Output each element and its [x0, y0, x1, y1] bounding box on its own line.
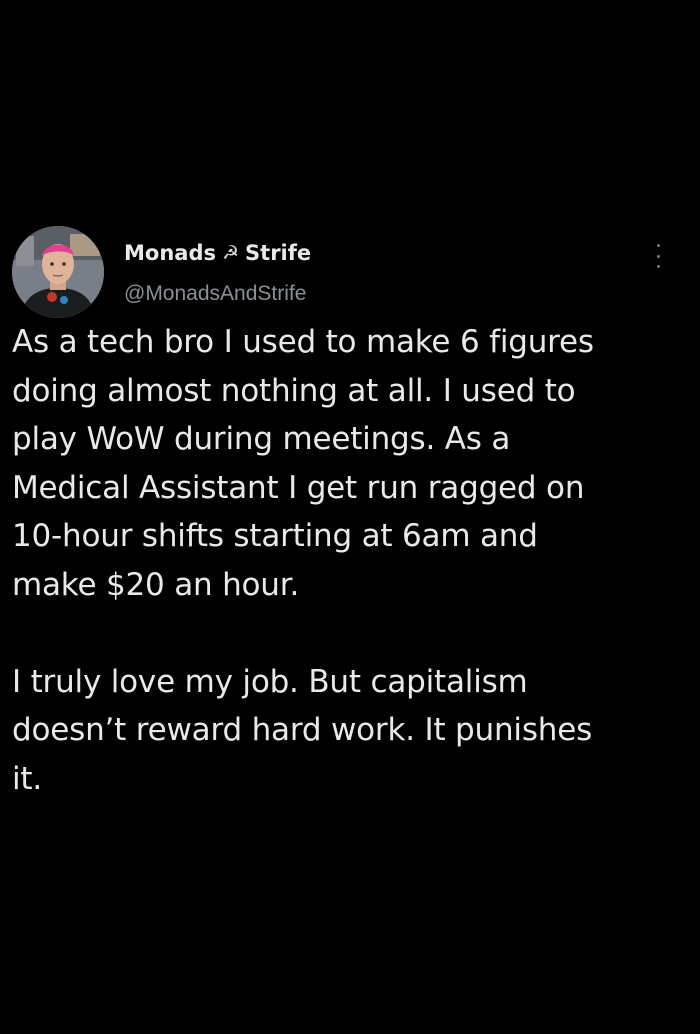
tweet-paragraph-1: As a tech bro I used to make 6 figures d… — [12, 324, 594, 603]
hammer-sickle-icon: ☭ — [221, 242, 240, 264]
tweet-card: Monads ☭ Strife @MonadsAndStrife As a te… — [12, 226, 688, 803]
more-options-icon[interactable] — [648, 244, 668, 268]
tweet-body: As a tech bro I used to make 6 figures d… — [12, 318, 688, 803]
display-name[interactable]: Monads ☭ Strife — [124, 239, 311, 267]
tweet-paragraph-2: I truly love my job. But capitalism does… — [12, 663, 593, 797]
avatar[interactable] — [12, 226, 104, 318]
author-info: Monads ☭ Strife @MonadsAndStrife — [124, 239, 311, 307]
tweet-header: Monads ☭ Strife @MonadsAndStrife — [12, 226, 688, 318]
dot — [656, 254, 660, 258]
user-handle[interactable]: @MonadsAndStrife — [124, 281, 311, 307]
dot — [656, 244, 660, 247]
display-name-first: Monads — [124, 241, 216, 265]
avatar-image — [12, 226, 104, 318]
dot — [656, 265, 660, 268]
display-name-second: Strife — [245, 241, 312, 265]
